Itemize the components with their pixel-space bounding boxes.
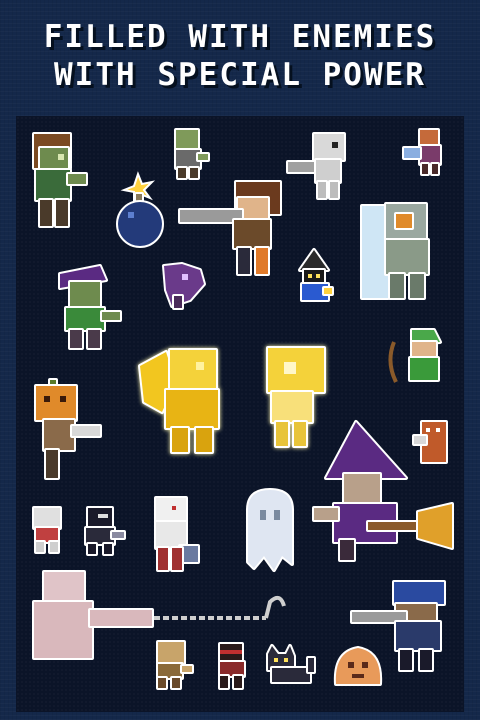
zombie-brown-hair-sprite bbox=[24, 130, 88, 234]
headline-line-1: FILLED WITH ENEMIES bbox=[43, 19, 437, 55]
small-tan-creature-sprite bbox=[148, 638, 196, 692]
black-ninja-sprite bbox=[80, 504, 128, 558]
pumpkin-head-sprite bbox=[32, 378, 104, 484]
cracked-mini-skeleton-sprite bbox=[26, 504, 70, 556]
headline-line-2: WITH SPECIAL POWER bbox=[54, 57, 426, 93]
white-ghost-sprite bbox=[238, 486, 302, 578]
enemy-showcase-panel bbox=[16, 116, 464, 712]
small-green-zombie-sprite bbox=[170, 126, 210, 182]
golden-winged-statue-sprite bbox=[136, 342, 236, 458]
headline: FILLED WITH ENEMIES WITH SPECIAL POWER bbox=[0, 18, 480, 94]
small-red-ninja-sprite bbox=[212, 640, 252, 692]
purple-imp-sprite bbox=[160, 260, 208, 314]
bomb-sprite bbox=[112, 171, 168, 248]
ice-knight-sprite bbox=[360, 200, 436, 304]
axe-imp-sprite bbox=[402, 126, 446, 178]
purple-hat-zombie-sprite bbox=[54, 258, 124, 354]
black-mage-sprite bbox=[294, 248, 334, 308]
small-tiki-sprite bbox=[412, 418, 452, 468]
black-cat-sprite bbox=[262, 644, 318, 690]
skeleton-gunner-sprite bbox=[286, 130, 352, 202]
orange-blob-sprite bbox=[330, 640, 386, 692]
green-robin-archer-sprite bbox=[388, 326, 448, 392]
white-cat-axeman-sprite bbox=[142, 494, 202, 576]
